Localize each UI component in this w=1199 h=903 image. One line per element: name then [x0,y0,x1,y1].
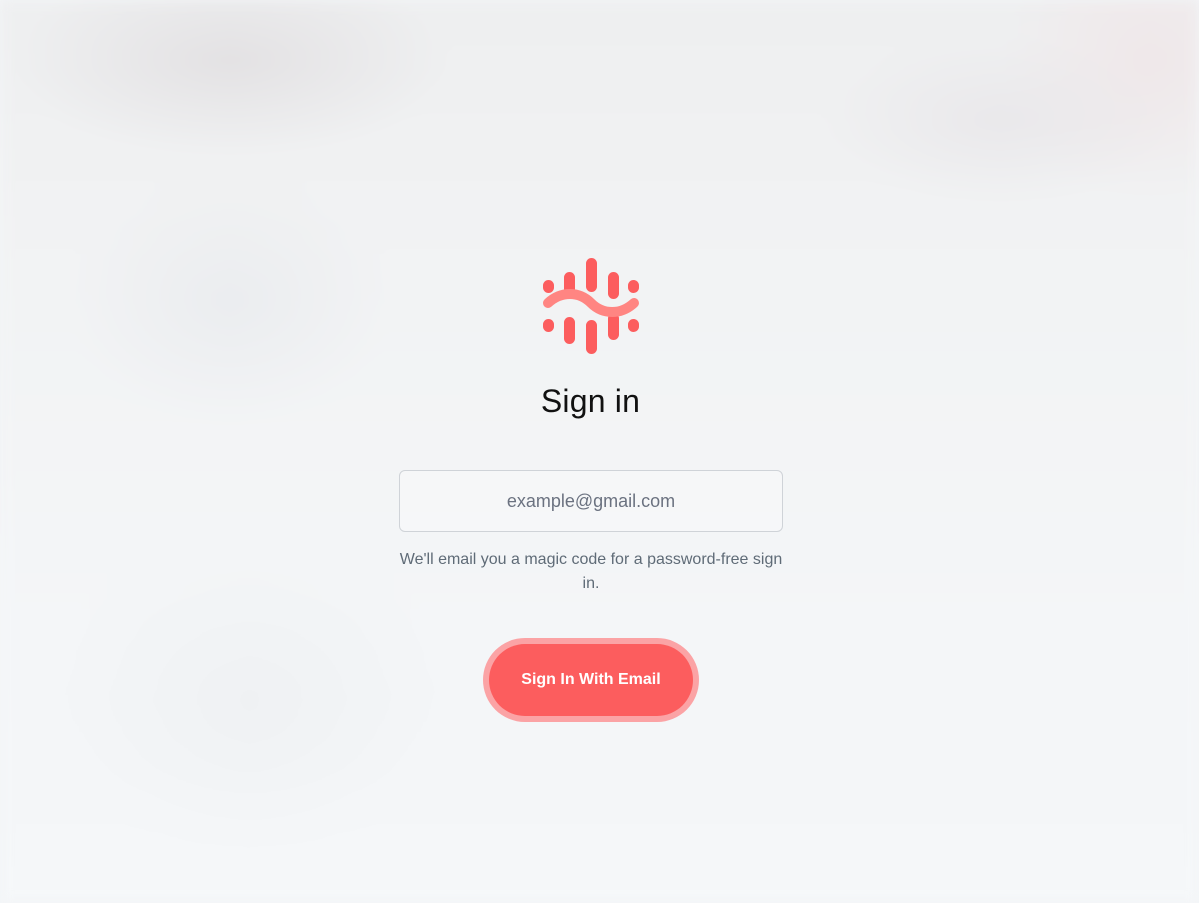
sign-in-with-email-button[interactable]: Sign In With Email [489,644,693,716]
submit-button-ring: Sign In With Email [483,638,699,722]
signin-page: Sign in We'll email you a magic code for… [0,0,1199,903]
brand-logo-icon [543,258,639,354]
page-title: Sign in [540,383,641,419]
email-field[interactable] [399,470,783,532]
helper-text: We'll email you a magic code for a passw… [399,551,783,592]
